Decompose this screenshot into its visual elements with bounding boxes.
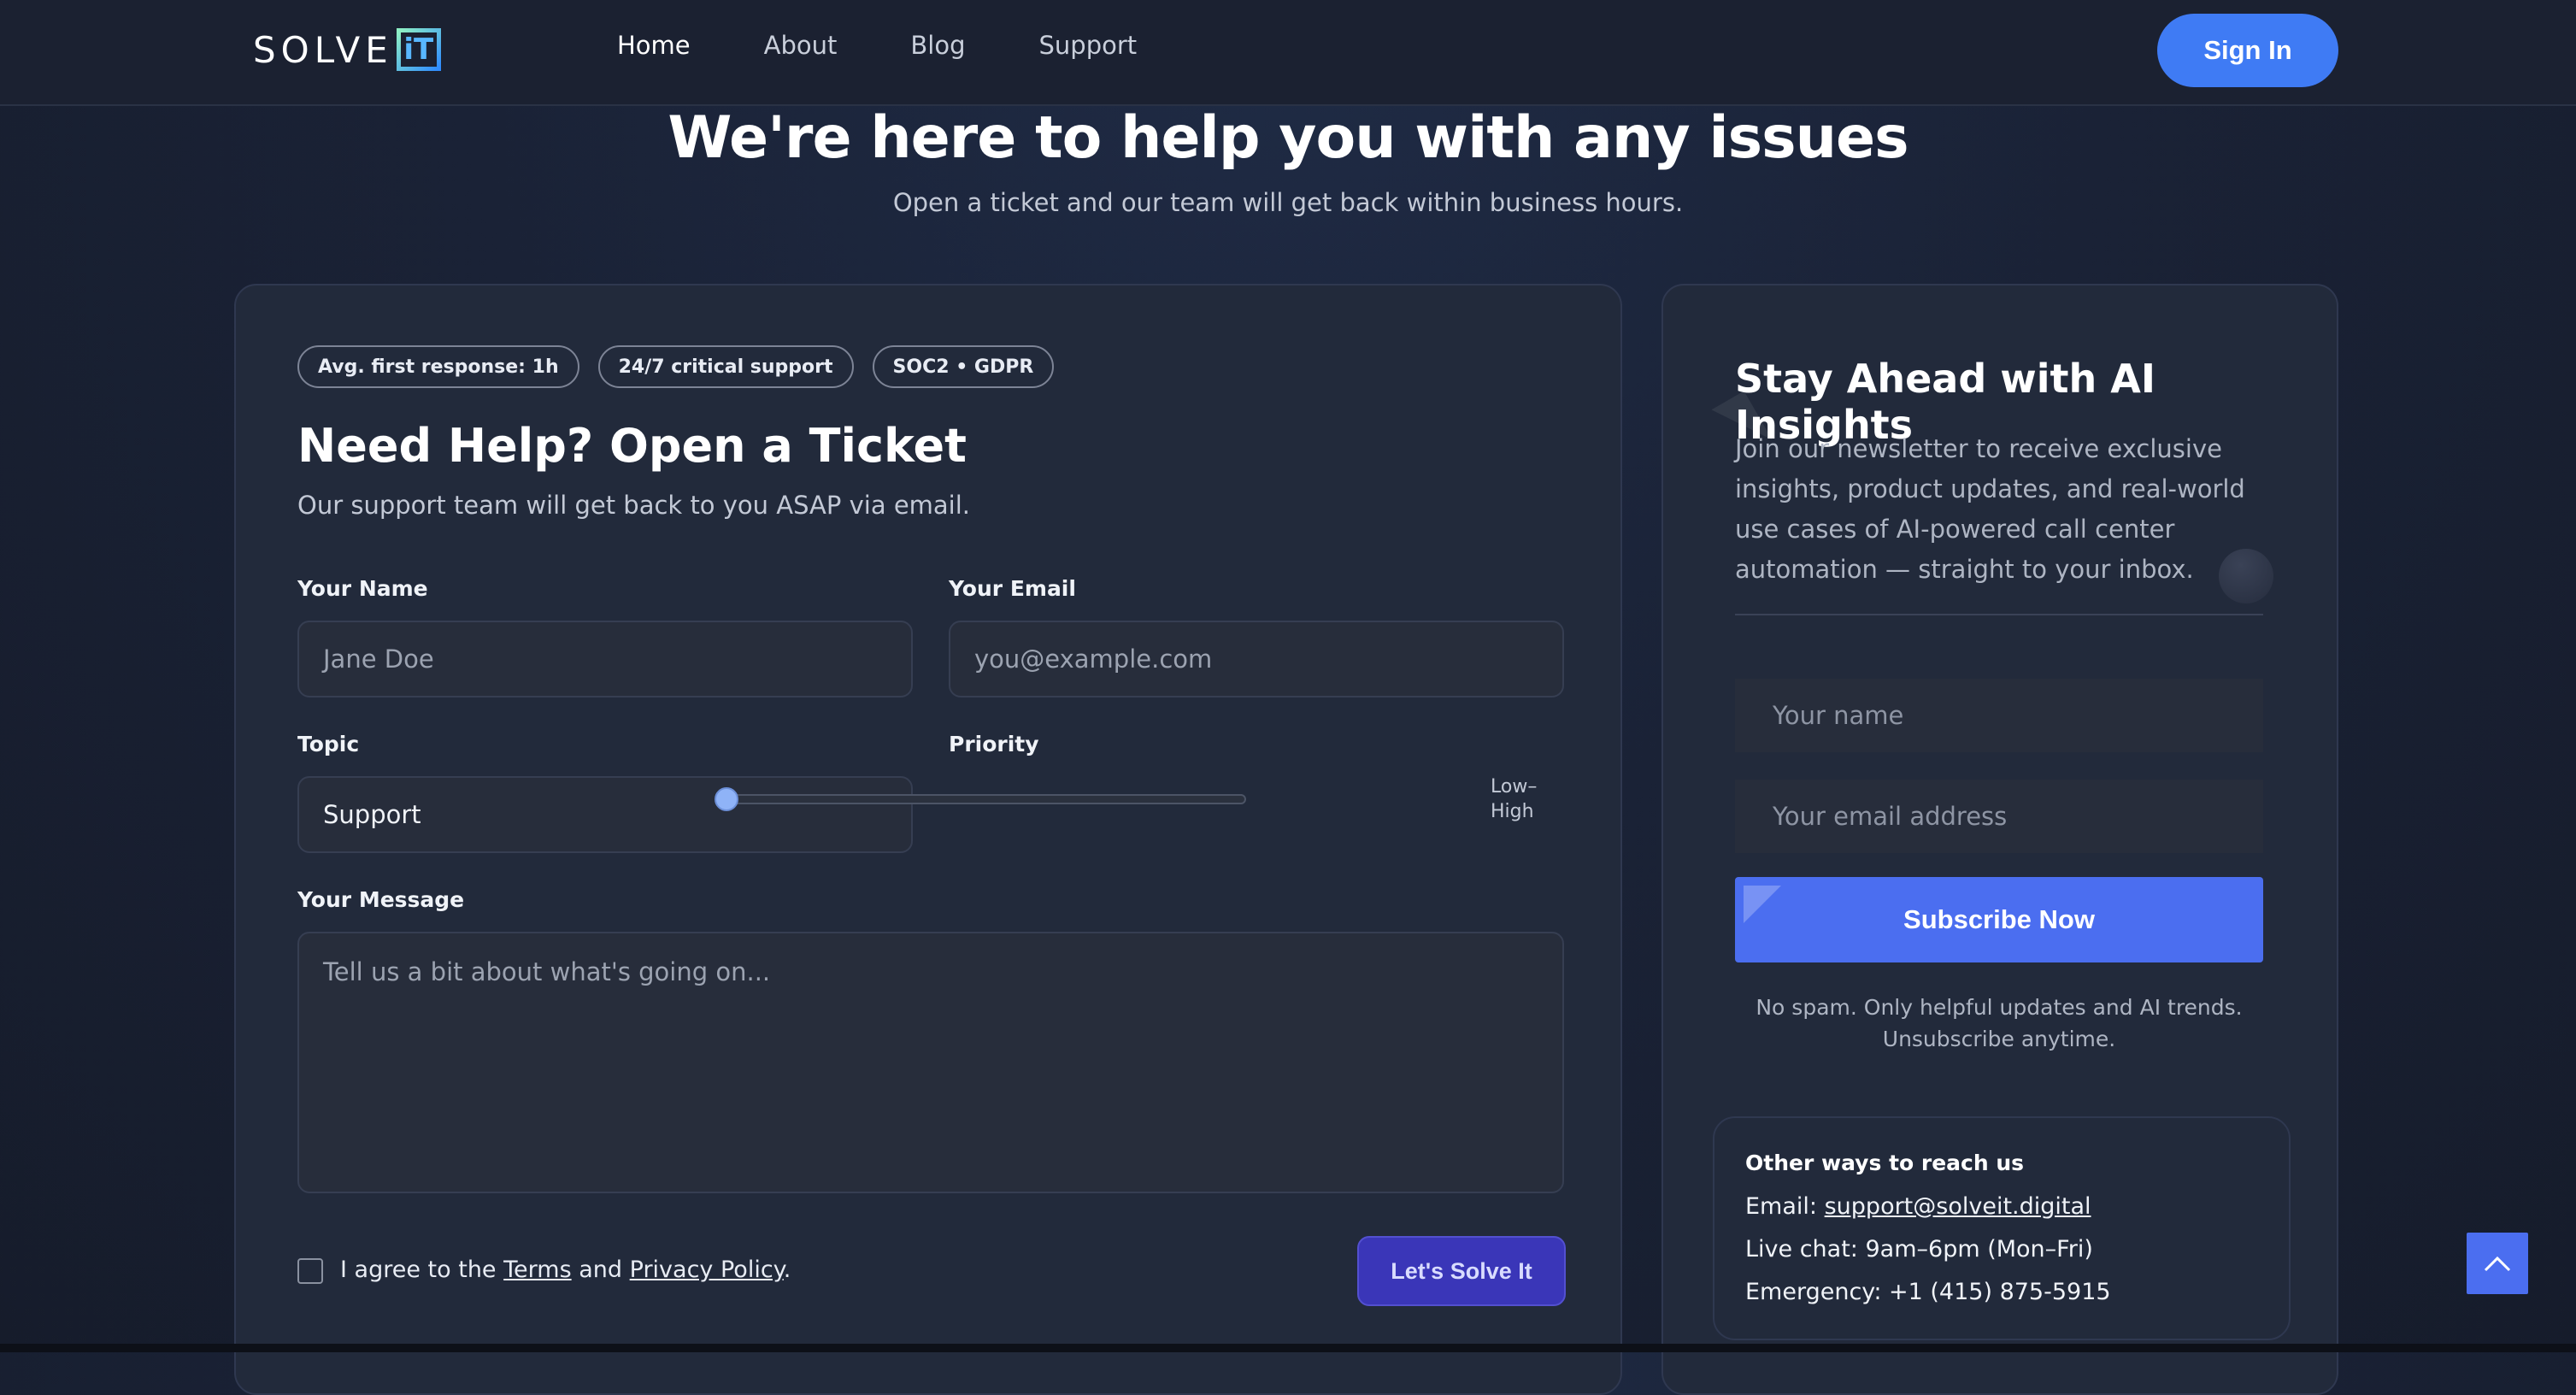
- scroll-to-top-button[interactable]: [2467, 1233, 2528, 1294]
- subscribe-button[interactable]: Subscribe Now: [1735, 877, 2263, 962]
- privacy-policy-link[interactable]: Privacy Policy: [630, 1257, 784, 1283]
- divider: [1735, 614, 2263, 615]
- support-email-link[interactable]: support@solveit.digital: [1825, 1193, 2091, 1220]
- priority-range-label: Low– High: [1491, 774, 1537, 824]
- logo-text: SOLVE: [253, 28, 393, 71]
- contact-options-box: Other ways to reach us Email: support@so…: [1713, 1116, 2291, 1340]
- contact-email-prefix: Email:: [1745, 1193, 1818, 1220]
- topic-label: Topic: [297, 732, 360, 756]
- top-navbar: SOLVE iT Home About Blog Support Sign In: [0, 0, 2576, 106]
- submit-ticket-button[interactable]: Let's Solve It: [1357, 1236, 1566, 1306]
- agree-checkbox[interactable]: [297, 1258, 323, 1284]
- nav-link-support[interactable]: Support: [1039, 31, 1138, 60]
- ticket-form-card: Avg. first response: 1h 24/7 critical su…: [234, 284, 1622, 1395]
- subscribe-label: Subscribe Now: [1903, 904, 2095, 934]
- emergency-phone: Emergency: +1 (415) 875-5915: [1745, 1279, 2111, 1305]
- sign-in-button[interactable]: Sign In: [2157, 14, 2338, 87]
- live-chat-hours: Live chat: 9am–6pm (Mon–Fri): [1745, 1236, 2093, 1263]
- priority-range-high: High: [1491, 801, 1534, 822]
- name-label: Your Name: [297, 576, 428, 601]
- badge-critical-support: 24/7 critical support: [597, 345, 854, 388]
- name-input[interactable]: Jane Doe: [297, 621, 913, 698]
- ticket-form-title: Need Help? Open a Ticket: [297, 419, 967, 473]
- priority-range-low: Low–: [1491, 776, 1538, 798]
- newsletter-note: No spam. Only helpful updates and AI tre…: [1756, 995, 2243, 1051]
- newsletter-name-input[interactable]: Your name: [1735, 679, 2263, 752]
- contact-email-line: Email: support@solveit.digital: [1745, 1193, 2091, 1220]
- priority-label: Priority: [949, 732, 1039, 756]
- nav-link-about[interactable]: About: [764, 31, 838, 60]
- bottom-edge: [0, 1344, 2576, 1352]
- email-label: Your Email: [949, 576, 1076, 601]
- priority-slider-thumb[interactable]: [715, 787, 738, 811]
- newsletter-email-input[interactable]: Your email address: [1735, 780, 2263, 853]
- ticket-form-subtitle: Our support team will get back to you AS…: [297, 491, 971, 520]
- email-input[interactable]: you@example.com: [949, 621, 1564, 698]
- topic-select[interactable]: Support: [297, 776, 913, 853]
- badge-response-time: Avg. first response: 1h: [297, 345, 579, 388]
- logo-mark: iT: [396, 28, 441, 71]
- button-shine-decoration: [1744, 886, 1781, 923]
- badge-compliance: SOC2 • GDPR: [872, 345, 1055, 388]
- agree-suffix: .: [783, 1257, 791, 1283]
- nav-link-blog[interactable]: Blog: [910, 31, 965, 60]
- page-title: We're here to help you with any issues: [668, 104, 1908, 172]
- newsletter-description: Join our newsletter to receive exclusive…: [1735, 434, 2245, 584]
- agree-prefix: I agree to the: [340, 1257, 497, 1283]
- nav-link-home[interactable]: Home: [617, 31, 691, 60]
- message-label: Your Message: [297, 887, 465, 912]
- newsletter-card: Stay Ahead with AI Insights Join our new…: [1661, 284, 2338, 1395]
- priority-slider-track[interactable]: [728, 794, 1246, 804]
- terms-link[interactable]: Terms: [503, 1257, 572, 1283]
- agree-and: and: [579, 1257, 623, 1283]
- page-subtitle: Open a ticket and our team will get back…: [892, 188, 1684, 217]
- solveit-logo[interactable]: SOLVE iT: [253, 26, 441, 74]
- feature-badges: Avg. first response: 1h 24/7 critical su…: [297, 345, 1073, 388]
- agree-text: I agree to the Terms and Privacy Policy.: [340, 1257, 791, 1283]
- chevron-up-icon: [2484, 1256, 2511, 1272]
- contact-options-title: Other ways to reach us: [1745, 1151, 2025, 1175]
- nav-links: Home About Blog Support: [617, 31, 1210, 60]
- message-textarea[interactable]: Tell us a bit about what's going on...: [297, 932, 1564, 1193]
